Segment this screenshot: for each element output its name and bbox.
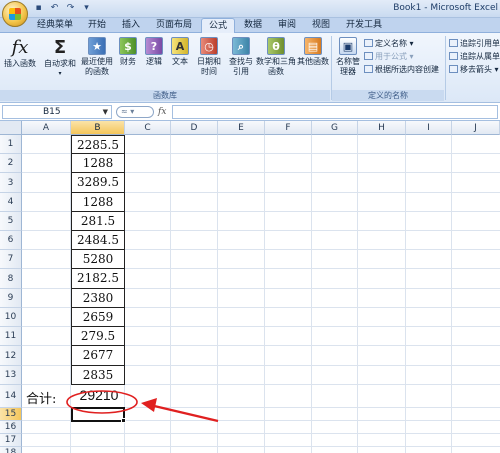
annotation-arrow-line [149, 403, 219, 423]
highlight-circle [66, 390, 138, 414]
office-button[interactable] [2, 1, 28, 27]
annotation-arrow-head [141, 398, 157, 412]
office-logo-icon [9, 8, 21, 20]
annotation-overlay [66, 390, 219, 423]
